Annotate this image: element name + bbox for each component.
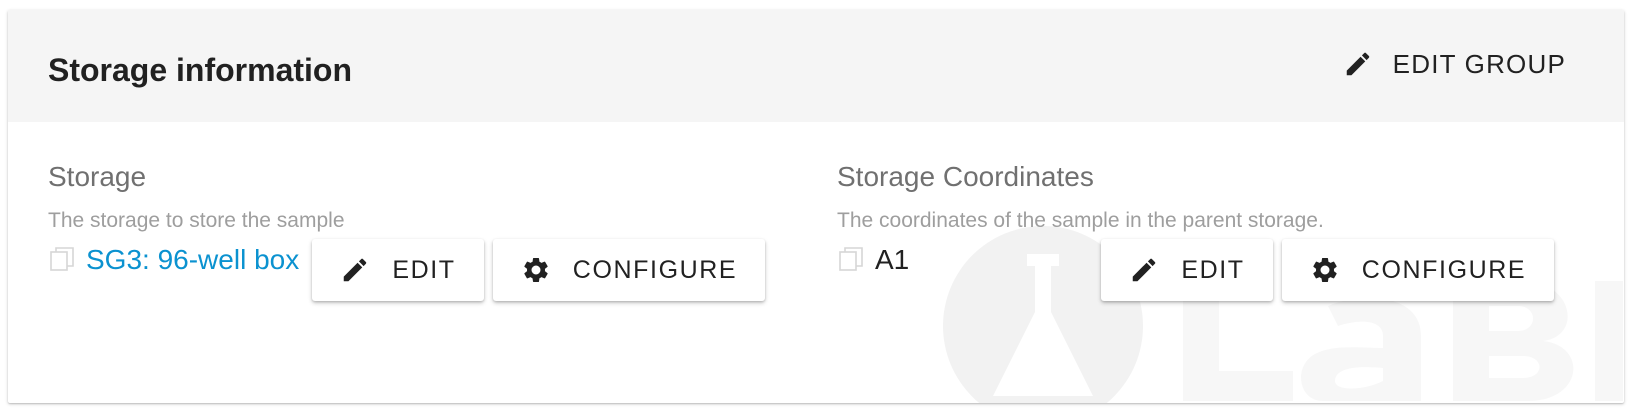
coordinates-edit-button[interactable]: EDIT (1101, 239, 1273, 301)
edit-group-button[interactable]: EDIT GROUP (1327, 40, 1582, 88)
storage-help-text: The storage to store the sample (48, 209, 345, 232)
pencil-icon (344, 258, 367, 282)
storage-configure-button[interactable]: CONFIGURE (493, 239, 765, 301)
storage-information-card: Storage information EDIT GROUP Storage T… (8, 10, 1624, 403)
edit-group-label: EDIT GROUP (1392, 48, 1566, 79)
pencil-icon (1133, 258, 1156, 282)
card-header: Storage information EDIT GROUP (8, 10, 1624, 122)
gear-icon (524, 257, 548, 282)
pencil-icon (1346, 52, 1369, 76)
storage-label: Storage (48, 161, 147, 192)
coordinates-label: Storage Coordinates (837, 161, 1094, 192)
copy-icon[interactable] (48, 245, 76, 273)
storage-coordinates-field: Storage Coordinates The coordinates of t… (837, 160, 1607, 309)
coordinates-configure-label: CONFIGURE (1361, 255, 1527, 284)
coordinates-help-text: The coordinates of the sample in the par… (837, 209, 1324, 232)
coordinates-configure-button[interactable]: CONFIGURE (1282, 239, 1554, 301)
storage-edit-label: EDIT (392, 255, 456, 284)
storage-configure-label: CONFIGURE (572, 255, 738, 284)
storage-link[interactable]: SG3: 96-well box (86, 243, 299, 277)
storage-field: Storage The storage to store the sample … (48, 160, 818, 309)
coordinates-edit-label: EDIT (1181, 255, 1245, 284)
storage-value-row: SG3: 96-well box EDIT CONFIGURE (48, 239, 818, 309)
gear-icon (1313, 257, 1337, 282)
storage-edit-button[interactable]: EDIT (312, 239, 484, 301)
copy-icon[interactable] (837, 245, 865, 273)
section-title: Storage information (48, 52, 353, 88)
coordinates-value: A1 (875, 244, 910, 275)
coordinates-value-row: A1 EDIT CONFIGURE (837, 239, 1607, 309)
